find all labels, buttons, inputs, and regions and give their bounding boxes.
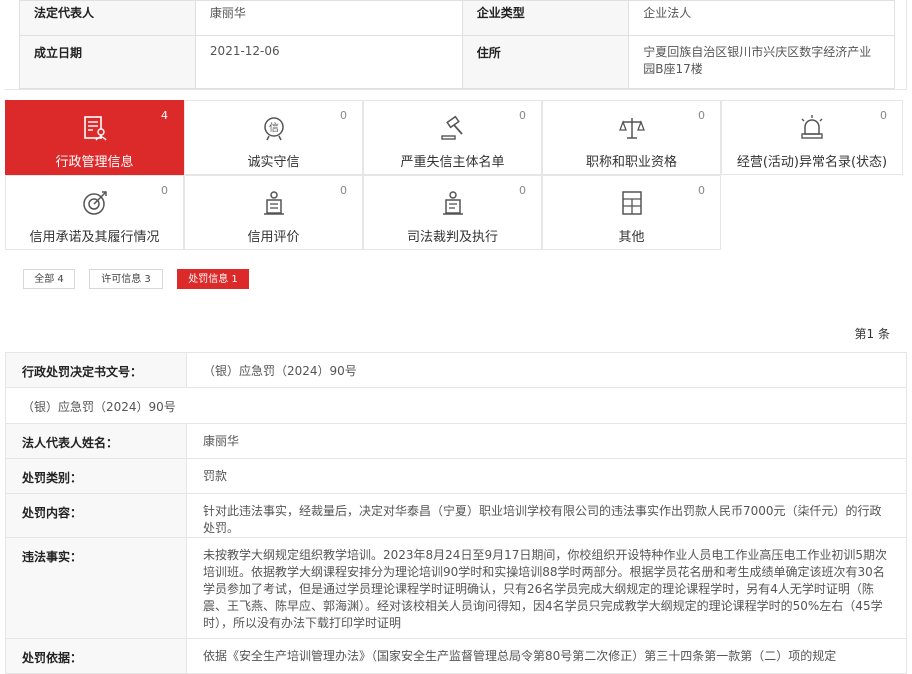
category-label: 其他 bbox=[618, 230, 645, 245]
other-form-icon bbox=[621, 191, 642, 215]
decision-no-repeat: （银）应急罚（2024）90号 bbox=[5, 387, 907, 424]
document-person-icon bbox=[83, 116, 107, 141]
category-label: 职称和职业资格 bbox=[585, 155, 677, 170]
filter-tab-penalty[interactable]: 处罚信息 1 bbox=[177, 269, 249, 289]
filter-tab-all[interactable]: 全部 4 bbox=[23, 269, 75, 289]
record-count: 第1 条 bbox=[854, 327, 890, 341]
legal-rep-name-label: 法人代表人姓名： bbox=[5, 423, 187, 459]
category-count: 4 bbox=[161, 109, 168, 122]
evaluation-podium-icon bbox=[263, 191, 284, 215]
category-credit-evaluation[interactable]: 0 信用评价 bbox=[184, 175, 363, 250]
penalty-detail-table: 行政处罚决定书文号： （银）应急罚（2024）90号 （银）应急罚（2024）9… bbox=[5, 352, 907, 674]
category-other[interactable]: 0 其他 bbox=[542, 175, 721, 250]
legal-rep-value: 康丽华 bbox=[194, 0, 463, 36]
category-blacklist[interactable]: 0 严重失信主体名单 bbox=[363, 100, 542, 175]
address-label: 住所 bbox=[461, 35, 630, 89]
decision-no-label: 行政处罚决定书文号： bbox=[5, 352, 187, 388]
est-date-value: 2021-12-06 bbox=[194, 35, 463, 89]
company-type-label: 企业类型 bbox=[461, 0, 630, 36]
category-count: 0 bbox=[340, 109, 347, 122]
category-count: 0 bbox=[340, 184, 347, 197]
svg-text:信: 信 bbox=[269, 122, 279, 134]
category-label: 经营(活动)异常名录(状态) bbox=[736, 155, 888, 170]
legal-rep-name-value: 康丽华 bbox=[186, 423, 907, 459]
penalty-category-label: 处罚类别： bbox=[5, 458, 187, 494]
category-label: 信用评价 bbox=[247, 230, 300, 245]
category-admin-info[interactable]: 4 行政管理信息 bbox=[5, 100, 184, 175]
violation-facts-value: 未按教学大纲规定组织教学培训。2023年8月24日至9月17日期间，你校组织开设… bbox=[186, 537, 907, 639]
judicial-podium-icon bbox=[442, 191, 463, 215]
category-abnormal[interactable]: 0 经营(活动)异常名录(状态) bbox=[721, 100, 903, 175]
category-count: 0 bbox=[698, 109, 705, 122]
category-label: 司法裁判及执行 bbox=[406, 230, 498, 245]
category-count: 0 bbox=[698, 184, 705, 197]
penalty-content-value: 针对此违法事实，经裁量后，决定对华泰昌（宁夏）职业培训学校有限公司的违法事实作出… bbox=[186, 493, 907, 538]
alarm-light-icon bbox=[801, 115, 823, 139]
filter-tab-license[interactable]: 许可信息 3 bbox=[89, 269, 163, 289]
target-icon bbox=[82, 191, 107, 215]
category-count: 0 bbox=[519, 184, 526, 197]
violation-facts-label: 违法事实： bbox=[5, 537, 187, 639]
est-date-label: 成立日期 bbox=[19, 35, 196, 89]
legal-rep-label: 法定代表人 bbox=[19, 0, 196, 36]
category-credit-commitment[interactable]: 0 信用承诺及其履行情况 bbox=[5, 175, 184, 250]
category-label: 信用承诺及其履行情况 bbox=[29, 230, 160, 245]
category-label: 行政管理信息 bbox=[55, 155, 134, 170]
category-qualification[interactable]: 0 职称和职业资格 bbox=[542, 100, 721, 175]
category-label: 严重失信主体名单 bbox=[400, 155, 505, 170]
penalty-content-label: 处罚内容： bbox=[5, 493, 187, 538]
category-grid: 4 行政管理信息 0 信 诚实守信 0 严重失信主体名单 0 职称和职业资格 0… bbox=[5, 100, 903, 250]
gavel-icon bbox=[440, 115, 463, 140]
decision-no-value: （银）应急罚（2024）90号 bbox=[186, 352, 907, 388]
category-count: 0 bbox=[519, 109, 526, 122]
category-count: 0 bbox=[161, 184, 168, 197]
category-label: 诚实守信 bbox=[247, 155, 300, 170]
category-judicial[interactable]: 0 司法裁判及执行 bbox=[363, 175, 542, 250]
company-info-panel: 法定代表人 康丽华 企业类型 企业法人 成立日期 2021-12-06 住所 宁… bbox=[5, 0, 907, 90]
penalty-basis-label: 处罚依据： bbox=[5, 638, 187, 674]
company-type-value: 企业法人 bbox=[628, 0, 895, 36]
honesty-badge-icon: 信 bbox=[263, 117, 284, 141]
penalty-basis-value: 依据《安全生产培训管理办法》（国家安全生产监督管理总局令第80号第二次修正）第三… bbox=[186, 638, 907, 674]
category-honesty[interactable]: 0 信 诚实守信 bbox=[184, 100, 363, 175]
category-count: 0 bbox=[880, 109, 887, 122]
address-value: 宁夏回族自治区银川市兴庆区数字经济产业园B座17楼 bbox=[628, 35, 895, 89]
scales-icon bbox=[618, 118, 645, 139]
company-info-table: 法定代表人 康丽华 企业类型 企业法人 成立日期 2021-12-06 住所 宁… bbox=[19, 0, 895, 89]
penalty-category-value: 罚款 bbox=[186, 458, 907, 494]
